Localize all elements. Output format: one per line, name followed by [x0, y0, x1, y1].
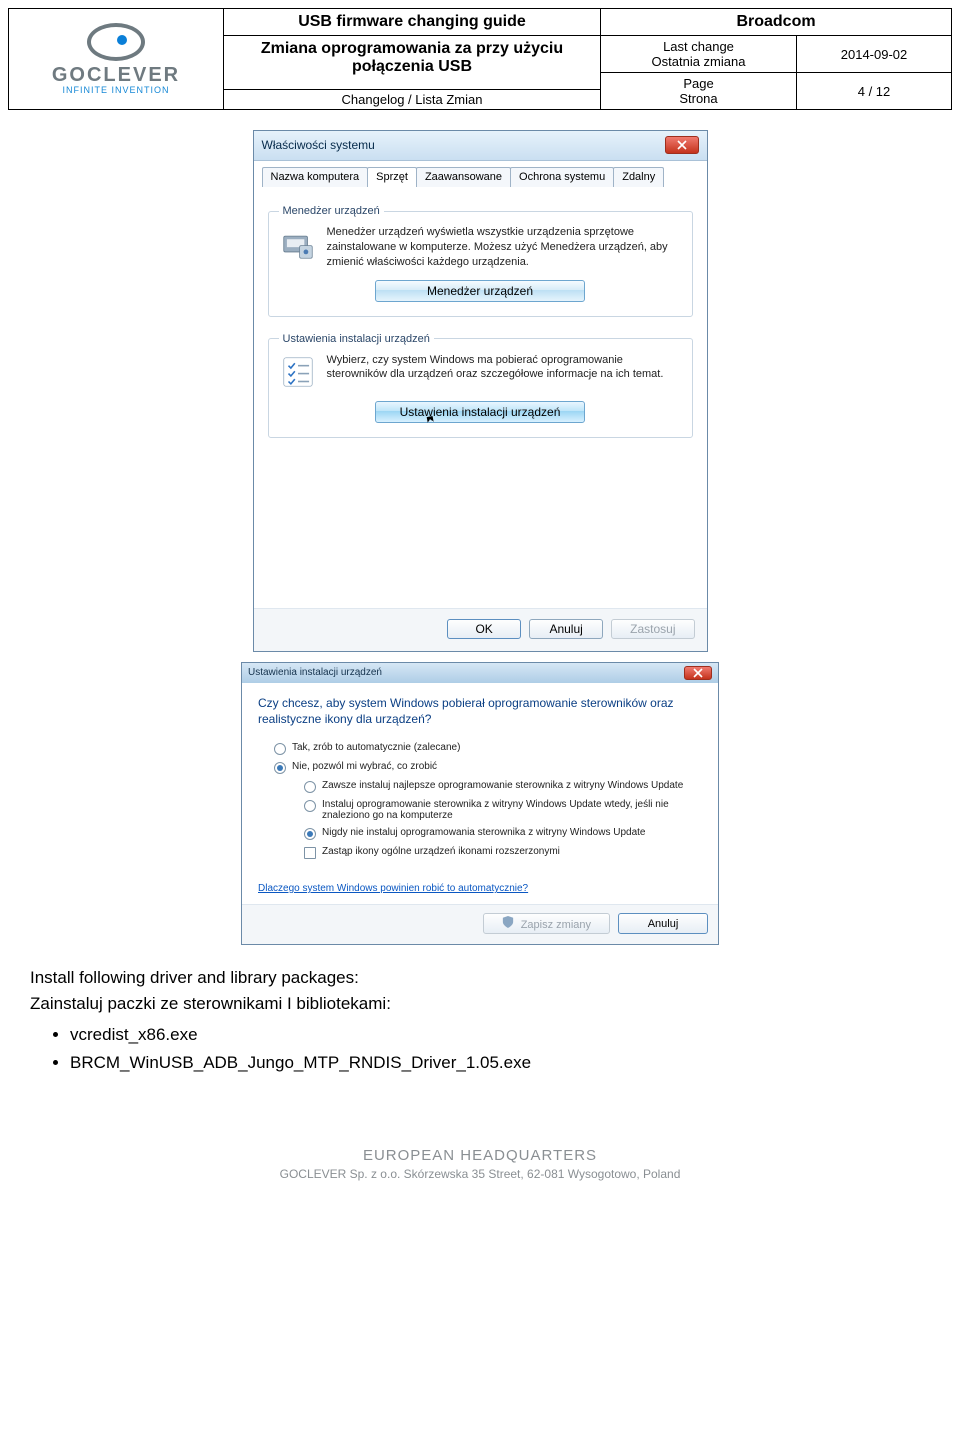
radio-icon [304, 828, 316, 840]
close-button[interactable] [665, 136, 699, 154]
device-manager-legend: Menedżer urządzeń [279, 205, 384, 217]
device-install-desc: Wybierz, czy system Windows ma pobierać … [327, 353, 682, 383]
radio-choose[interactable]: Nie, pozwól mi wybrać, co zrobić [274, 761, 702, 774]
save-changes-button: Zapisz zmiany [483, 913, 610, 934]
radio-icon [304, 781, 316, 793]
device-manager-group: Menedżer urządzeń Menedżer urządzeń wyśw… [268, 205, 693, 317]
close-icon [677, 140, 687, 150]
package-list: vcredist_x86.exe BRCM_WinUSB_ADB_Jungo_M… [50, 1022, 930, 1075]
document-footer: EUROPEAN HEADQUARTERS GOCLEVER Sp. z o.o… [0, 1145, 960, 1183]
radio-icon [274, 762, 286, 774]
install-question: Czy chcesz, aby system Windows pobierał … [258, 695, 702, 729]
checkbox-replace-icons[interactable]: Zastąp ikony ogólne urządzeń ikonami roz… [304, 846, 702, 859]
radio-auto-label: Tak, zrób to automatycznie (zalecane) [292, 742, 460, 753]
cancel-button-2[interactable]: Anuluj [618, 913, 708, 934]
doc-title-en: USB firmware changing guide [224, 9, 600, 36]
checklist-icon [279, 353, 317, 391]
last-change-label: Last change Ostatnia zmiana [601, 36, 797, 72]
radio-always-label: Zawsze instaluj najlepsze oprogramowanie… [322, 780, 683, 791]
doc-meta: Broadcom Last change Ostatnia zmiana 201… [601, 9, 951, 109]
tab-bar: Nazwa komputera Sprzęt Zaawansowane Ochr… [254, 161, 707, 187]
dialog-footer: OK Anuluj Zastosuj [254, 608, 707, 651]
instruction-text: Install following driver and library pac… [30, 965, 930, 1075]
checkbox-replace-icons-label: Zastąp ikony ogólne urządzeń ikonami roz… [322, 846, 560, 857]
tab-hardware[interactable]: Sprzęt [367, 167, 417, 187]
radio-never-label: Nigdy nie instaluj oprogramowania sterow… [322, 827, 645, 838]
ok-button[interactable]: OK [447, 619, 521, 639]
changelog-label: Changelog / Lista Zmian [224, 89, 600, 109]
why-automatic-link[interactable]: Dlaczego system Windows powinien robić t… [258, 883, 702, 894]
hardware-tab-body: Menedżer urządzeń Menedżer urządzeń wyśw… [254, 187, 707, 608]
page-number: 4 / 12 [797, 73, 951, 109]
radio-always-install[interactable]: Zawsze instaluj najlepsze oprogramowanie… [304, 780, 702, 793]
radio-icon [304, 800, 316, 812]
logo-subtext: INFINITE INVENTION [62, 85, 169, 95]
last-change-value: 2014-09-02 [797, 36, 951, 72]
shield-icon [502, 916, 514, 928]
tab-system-protect[interactable]: Ochrona systemu [510, 167, 614, 187]
footer-address: GOCLEVER Sp. z o.o. Skórzewska 35 Street… [0, 1166, 960, 1183]
close-icon [693, 668, 703, 678]
tab-computer-name[interactable]: Nazwa komputera [262, 167, 369, 187]
list-item: vcredist_x86.exe [70, 1022, 930, 1048]
dialog-title: Właściwości systemu [262, 138, 665, 152]
system-properties-dialog: Właściwości systemu Nazwa komputera Sprz… [253, 130, 708, 652]
meta-brand: Broadcom [601, 9, 951, 36]
radio-ifmissing-label: Instaluj oprogramowanie sterownika z wit… [322, 799, 702, 821]
device-manager-button[interactable]: Menedżer urządzeń [375, 280, 585, 302]
radio-icon [274, 743, 286, 755]
list-item: BRCM_WinUSB_ADB_Jungo_MTP_RNDIS_Driver_1… [70, 1050, 930, 1076]
close-button-2[interactable] [684, 666, 712, 680]
device-manager-desc: Menedżer urządzeń wyświetla wszystkie ur… [327, 225, 682, 270]
radio-install-if-missing[interactable]: Instaluj oprogramowanie sterownika z wit… [304, 799, 702, 821]
tab-advanced[interactable]: Zaawansowane [416, 167, 511, 187]
device-install-group: Ustawienia instalacji urządzeń Wybierz, … [268, 333, 693, 438]
apply-button: Zastosuj [611, 619, 694, 639]
instruction-pl: Zainstaluj paczki ze sterownikami I bibl… [30, 991, 930, 1017]
logo-text: GOCLEVER [52, 65, 180, 85]
tab-remote[interactable]: Zdalny [613, 167, 664, 187]
doc-title-pl: Zmiana oprogramowania za przy użyciu poł… [224, 36, 600, 89]
checkbox-icon [304, 847, 316, 859]
device-install-legend: Ustawienia instalacji urządzeń [279, 333, 434, 345]
footer-headquarters: EUROPEAN HEADQUARTERS [0, 1145, 960, 1166]
device-install-settings-dialog: Ustawienia instalacji urządzeń Czy chces… [241, 662, 719, 946]
dialog2-footer: Zapisz zmiany Anuluj [242, 904, 718, 944]
instruction-en: Install following driver and library pac… [30, 965, 930, 991]
dialog2-titlebar[interactable]: Ustawienia instalacji urządzeń [242, 663, 718, 683]
logo-icon [87, 23, 145, 61]
brand-logo: GOCLEVER INFINITE INVENTION [9, 9, 224, 109]
page-label: Page Strona [601, 73, 797, 109]
dialog-titlebar[interactable]: Właściwości systemu [254, 131, 707, 161]
radio-auto[interactable]: Tak, zrób to automatycznie (zalecane) [274, 742, 702, 755]
dialog2-title: Ustawienia instalacji urządzeń [248, 667, 684, 678]
radio-choose-label: Nie, pozwól mi wybrać, co zrobić [292, 761, 437, 772]
document-header: GOCLEVER INFINITE INVENTION USB firmware… [8, 8, 952, 110]
device-manager-icon [279, 225, 317, 263]
cancel-button[interactable]: Anuluj [529, 619, 603, 639]
radio-never-install[interactable]: Nigdy nie instaluj oprogramowania sterow… [304, 827, 702, 840]
doc-title-cell: USB firmware changing guide Zmiana oprog… [224, 9, 601, 109]
device-install-settings-button[interactable]: Ustawienia instalacji urządzeń [375, 401, 585, 423]
